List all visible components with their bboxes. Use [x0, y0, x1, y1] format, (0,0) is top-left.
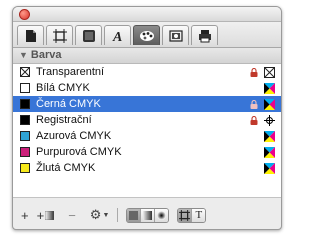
gear-icon: ⚙ — [89, 207, 102, 222]
add-color-button[interactable]: + — [21, 208, 29, 223]
color-name: Azurová CMYK — [36, 130, 112, 142]
color-swatch — [20, 147, 30, 157]
color-list-item[interactable]: Purpurová CMYK — [13, 144, 281, 160]
color-name: Purpurová CMYK — [36, 146, 122, 158]
frame-icon — [52, 28, 67, 43]
color-name: Černá CMYK — [36, 98, 101, 110]
solid-fill-icon — [129, 210, 139, 220]
section-header-barva[interactable]: ▼ Barva — [13, 48, 281, 64]
color-name: Žlutá CMYK — [36, 162, 96, 174]
box-icon — [82, 29, 95, 42]
color-list: Transparentní Bílá CMYK Černá CMYK Registra… — [13, 64, 281, 198]
tab-box[interactable] — [75, 25, 102, 45]
linear-gradient-icon — [143, 210, 153, 220]
cmyk-process-icon — [264, 82, 275, 94]
linear-gradient-mode-button[interactable] — [141, 208, 156, 222]
title-bar — [13, 7, 281, 22]
target-mode-group: T — [177, 207, 207, 223]
lock-icon — [250, 99, 258, 109]
text-target-button[interactable]: T — [192, 208, 206, 222]
color-swatch — [20, 83, 30, 93]
toolbar-separator — [117, 208, 119, 222]
color-list-item[interactable]: Žlutá CMYK — [13, 160, 281, 176]
radial-gradient-mode-button[interactable] — [155, 208, 169, 222]
color-name: Bílá CMYK — [36, 82, 90, 94]
color-list-item[interactable]: Transparentní — [13, 64, 281, 80]
bottom-toolbar: + + − ⚙ ▼ T — [13, 201, 281, 229]
color-list-item[interactable]: Azurová CMYK — [13, 128, 281, 144]
tab-page[interactable] — [17, 25, 44, 45]
action-menu-button[interactable]: ⚙ ▼ — [90, 207, 110, 223]
frame-icon — [179, 209, 191, 221]
lock-icon — [250, 67, 258, 77]
tab-colors[interactable] — [133, 25, 160, 45]
printer-icon — [198, 29, 211, 42]
color-swatch — [20, 163, 30, 173]
color-name: Transparentní — [36, 66, 105, 78]
page-icon — [25, 29, 36, 42]
frame-target-button[interactable] — [178, 208, 193, 222]
image-icon — [168, 29, 183, 42]
solid-fill-mode-button[interactable] — [127, 208, 142, 222]
fill-mode-group — [126, 207, 170, 223]
add-solid-color-button[interactable]: + — [37, 208, 55, 223]
section-title: Barva — [30, 49, 62, 61]
none-color-icon — [264, 66, 275, 78]
panel-tab-bar: A — [13, 22, 281, 48]
radial-gradient-icon — [157, 210, 167, 220]
remove-color-button[interactable]: − — [68, 208, 76, 223]
color-list-item[interactable]: Registrační — [13, 112, 281, 128]
colors-panel-window: A ▼ Barva Transparentní Bílá CMYK Černá … — [12, 6, 282, 230]
color-name: Registrační — [36, 114, 92, 126]
registration-mark-icon — [264, 114, 275, 126]
cmyk-process-icon — [264, 146, 275, 158]
chevron-down-icon: ▼ — [102, 211, 110, 219]
disclosure-triangle-icon[interactable]: ▼ — [19, 50, 28, 60]
color-list-item[interactable]: Bílá CMYK — [13, 80, 281, 96]
character-icon: A — [112, 30, 122, 43]
color-swatch — [20, 131, 30, 141]
tab-frame[interactable] — [46, 25, 73, 45]
gradient-swatch-icon — [45, 210, 55, 220]
close-button[interactable] — [19, 9, 30, 20]
cmyk-process-icon — [264, 162, 275, 174]
color-swatch — [20, 115, 30, 125]
lock-icon — [250, 115, 258, 125]
color-swatch — [20, 67, 30, 77]
tab-character[interactable]: A — [104, 25, 131, 45]
color-swatch — [20, 99, 30, 109]
color-list-item[interactable]: Černá CMYK — [13, 96, 281, 112]
cmyk-process-icon — [264, 130, 275, 142]
colors-icon — [139, 30, 154, 41]
tab-printer[interactable] — [191, 25, 218, 45]
cmyk-process-icon — [264, 98, 275, 110]
svg-text:A: A — [112, 30, 122, 43]
tab-image[interactable] — [162, 25, 189, 45]
